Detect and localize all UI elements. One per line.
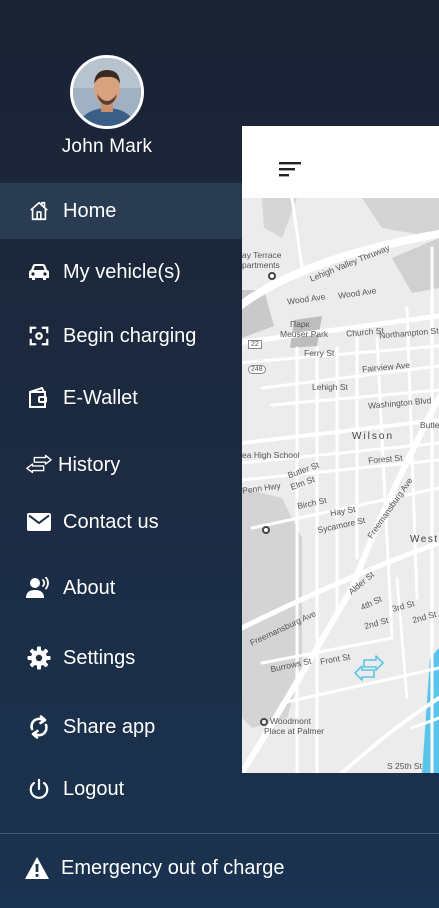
top-app-bar [242, 126, 439, 198]
power-icon [25, 775, 53, 803]
map-label: West [410, 534, 439, 545]
menu-item-label: Contact us [63, 510, 159, 533]
menu-item-label: My vehicle(s) [63, 260, 181, 283]
menu-item-about[interactable]: About [0, 560, 243, 616]
menu-item-label: About [63, 576, 116, 599]
home-screen-panel[interactable]: ay Terrace partments Lehigh Valley Thruw… [242, 126, 439, 773]
emergency-out-of-charge-button[interactable]: Emergency out of charge [0, 840, 439, 896]
menu-item-settings[interactable]: Settings [0, 630, 243, 686]
user-name: John Mark [61, 136, 153, 157]
map-label: Ferry St [304, 348, 335, 358]
menu-item-history[interactable]: History [0, 437, 243, 493]
menu-item-label: Home [63, 199, 117, 222]
menu-toggle-icon[interactable] [279, 162, 303, 180]
menu-item-home[interactable]: Home [0, 183, 243, 239]
map-label: Woodmont [270, 716, 311, 726]
avatar[interactable] [70, 55, 144, 129]
map-label: Lehigh St [312, 382, 348, 392]
menu-item-label: E-Wallet [63, 386, 138, 409]
map-label: Place at Palmer [264, 726, 324, 736]
wallet-icon [25, 384, 53, 412]
car-icon [25, 258, 53, 286]
menu-item-label: Settings [63, 646, 136, 669]
refresh-icon [25, 713, 53, 741]
divider [0, 833, 439, 834]
menu-item-label: Begin charging [63, 324, 197, 347]
map-label: Meuser Park [280, 329, 329, 339]
route-shield: 248 [248, 365, 266, 374]
menu-item-logout[interactable]: Logout [0, 761, 243, 817]
home-icon [25, 197, 53, 225]
map-label: S 25th St [387, 761, 422, 771]
map-view[interactable]: ay Terrace partments Lehigh Valley Thruw… [242, 198, 439, 773]
history-arrows-icon [25, 451, 53, 479]
scan-icon [25, 322, 53, 350]
map-label: Butler S [420, 420, 439, 430]
menu-item-label: Logout [63, 777, 125, 800]
map-label: ea High School [242, 450, 300, 460]
route-shield: 22 [248, 340, 262, 349]
menu-item-label: Share app [63, 715, 156, 738]
map-label: partments [242, 260, 280, 270]
warning-icon [24, 855, 50, 881]
gear-icon [25, 644, 53, 672]
menu-item-begin-charging[interactable]: Begin charging [0, 308, 243, 364]
mail-icon [25, 508, 53, 536]
about-user-icon [25, 574, 53, 602]
menu-item-vehicles[interactable]: My vehicle(s) [0, 244, 243, 300]
menu-item-label: History [58, 453, 121, 476]
map-label: Парк [290, 319, 310, 329]
map-label: ay Terrace [242, 250, 282, 260]
menu-item-e-wallet[interactable]: E-Wallet [0, 370, 243, 426]
map-label: Wilson [352, 431, 395, 442]
menu-item-contact-us[interactable]: Contact us [0, 494, 243, 550]
emergency-label: Emergency out of charge [61, 856, 285, 879]
menu-item-share-app[interactable]: Share app [0, 699, 243, 755]
